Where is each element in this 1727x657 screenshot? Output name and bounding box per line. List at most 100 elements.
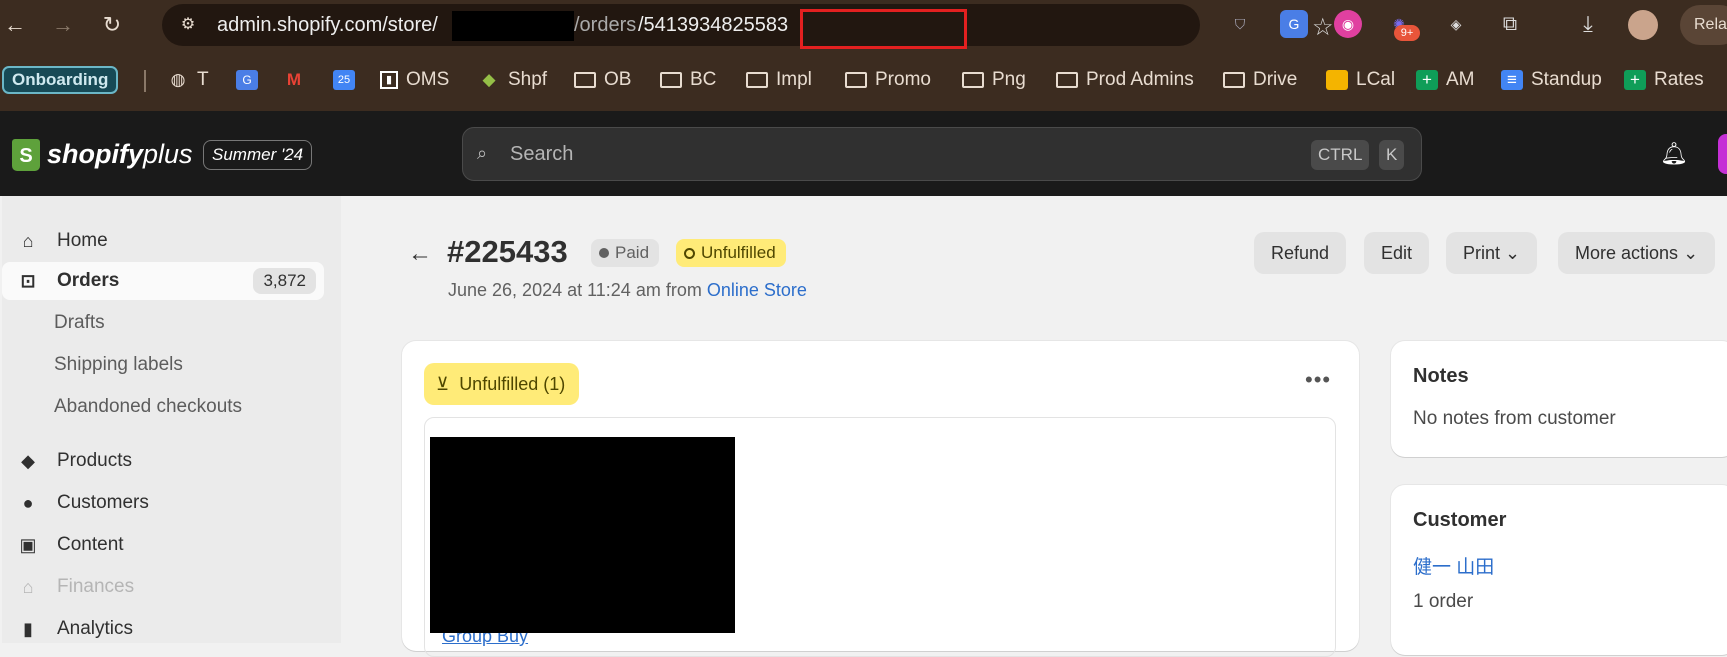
bookmark-lcal[interactable]: LCal [1326,66,1395,94]
inbox-icon: ⊡ [20,271,36,291]
sidebar-item-analytics[interactable]: ▮ Analytics [2,610,324,648]
folder-icon [574,72,596,88]
print-button[interactable]: Print ⌄ [1446,232,1538,274]
translate-extension-icon[interactable]: G [1280,10,1308,38]
shield-extension-icon[interactable]: ⛉ [1226,10,1254,38]
diamond-extension-icon[interactable]: ◈ [1442,10,1470,38]
edit-button[interactable]: Edit [1364,232,1430,274]
globe-icon: ◍ [170,70,186,89]
customer-name-link[interactable]: 健一 山田 [1413,552,1494,579]
channel-link[interactable]: Online Store [707,280,807,300]
docs-icon: ≡ [1501,70,1523,90]
customer-card: Customer 健一 山田 1 order [1391,485,1727,655]
order-number: #225433 [447,234,568,269]
url-order-id: /5413934825583 [638,14,789,36]
bookmark-folder-drive[interactable]: Drive [1223,66,1297,94]
shopify-logo-icon[interactable]: S [12,139,40,171]
redacted-store-name [452,11,574,41]
bookmark-am[interactable]: + AM [1416,66,1475,94]
bookmark-gmail[interactable]: M [283,66,305,94]
shopify-plus-logo[interactable]: shopifyplus [47,139,193,170]
forward-arrow-icon[interactable]: → [50,12,76,38]
bookmark-separator [144,70,146,92]
puzzle-extensions-icon[interactable]: ⧉ [1496,10,1524,38]
bookmark-translate[interactable]: G [236,66,258,94]
bookmark-oms[interactable]: ▮ OMS [380,66,449,94]
edition-badge[interactable]: Summer '24 [203,140,313,170]
bookmark-folder-png[interactable]: Png [962,66,1026,94]
sidebar-item-shipping-labels[interactable]: Shipping labels [2,346,324,384]
bookmark-folder-impl[interactable]: Impl [746,66,812,94]
package-icon: ⊻ [436,374,450,394]
url-highlight-box [800,9,967,49]
browser-chrome: ← → ↻ ⚙ admin.shopify.com/store/ /orders… [0,0,1727,111]
bar-chart-icon: ▮ [23,619,33,639]
customer-title: Customer [1413,509,1507,531]
bookmark-standup[interactable]: ≡ Standup [1501,66,1602,94]
customer-order-count: 1 order [1413,591,1474,612]
more-actions-button[interactable]: More actions ⌄ [1558,232,1716,274]
folder-icon [660,72,682,88]
payment-status-badge: Paid [591,239,660,267]
search-placeholder: Search [510,143,574,165]
kbd-k: K [1379,140,1405,170]
store-avatar[interactable] [1718,134,1727,174]
sidebar-item-abandoned-checkouts[interactable]: Abandoned checkouts [2,388,324,426]
color-extension-icon[interactable]: ◉ [1334,10,1362,38]
tag-icon: ◆ [21,451,35,471]
notes-title: Notes [1413,365,1469,387]
sidebar-item-home[interactable]: ⌂ Home [2,222,324,260]
unfulfilled-tag: ⊻ Unfulfilled (1) [424,363,580,405]
notes-card: Notes No notes from customer [1391,341,1727,457]
shopify-bag-icon: ◆ [482,70,496,89]
bookmark-folder-prod-admins[interactable]: Prod Admins [1056,66,1194,94]
sidebar-item-drafts[interactable]: Drafts [2,304,324,342]
profile-avatar[interactable] [1628,10,1658,40]
url-prefix: admin.shopify.com/store/ [217,14,438,36]
bookmark-folder-bc[interactable]: BC [660,66,716,94]
sidebar-item-content[interactable]: ▣ Content [2,526,324,564]
bookmark-rates[interactable]: + Rates [1624,66,1704,94]
sidebar-item-customers[interactable]: ● Customers [2,484,324,522]
bookmark-star-icon[interactable]: ☆ [1312,13,1334,42]
folder-icon [746,72,768,88]
reload-icon[interactable]: ↻ [99,12,125,38]
bookmark-calendar[interactable]: 25 [333,66,355,94]
search-input[interactable]: ⌕ Search CTRL K [462,127,1422,181]
bookmark-folder-ob[interactable]: OB [574,66,631,94]
chevron-down-icon: ⌄ [1683,243,1699,263]
url-path: /orders [574,14,637,36]
folder-icon [845,72,867,88]
sidebar-item-finances[interactable]: ⌂ Finances [2,568,324,606]
translate-icon: G [236,70,258,90]
folder-icon [1223,72,1245,88]
sidebar-item-products[interactable]: ◆ Products [2,442,324,480]
orders-count-badge: 3,872 [253,268,316,294]
bookmark-shpf[interactable]: ◆ Shpf [478,66,547,94]
refund-button[interactable]: Refund [1254,232,1347,274]
calendar-icon: 25 [333,70,355,90]
line-item-box: Group Buy [424,417,1336,657]
download-icon[interactable]: ⤓ [1574,10,1602,38]
notifications-bell-icon[interactable]: 🔔︎ [1660,141,1688,167]
sidebar: ⌂ Home ⊡ Orders 3,872 Drafts Shipping label… [2,196,341,643]
extension-badge: 9+ [1394,25,1420,41]
bookmark-folder-promo[interactable]: Promo [845,66,931,94]
lcal-icon [1326,70,1348,90]
person-icon: ● [22,493,34,513]
bookmark-onboarding[interactable]: Onboarding [2,66,119,94]
back-arrow-icon[interactable]: ← [408,240,432,268]
bookmarks-bar: Onboarding ◍ T G M 25 ▮ OMS ◆ Shpf OB BC Im… [0,56,1727,104]
relaunch-button[interactable]: Rela [1680,5,1727,45]
oms-icon: ▮ [380,71,398,89]
back-arrow-icon[interactable]: ← [2,12,28,38]
content-icon: ▣ [19,535,37,555]
order-date-line: June 26, 2024 at 11:24 am from Online St… [448,280,807,300]
status-ring-icon [684,247,695,259]
address-bar[interactable]: ⚙ admin.shopify.com/store/ /orders /5413… [162,4,1334,49]
bookmark-t[interactable]: ◍ T [167,66,209,94]
more-options-icon[interactable]: ••• [1305,367,1331,393]
sidebar-item-orders[interactable]: ⊡ Orders 3,872 [2,262,324,300]
fulfillment-status-badge: Unfulfilled [676,239,786,267]
site-settings-icon[interactable]: ⚙ [176,13,200,37]
